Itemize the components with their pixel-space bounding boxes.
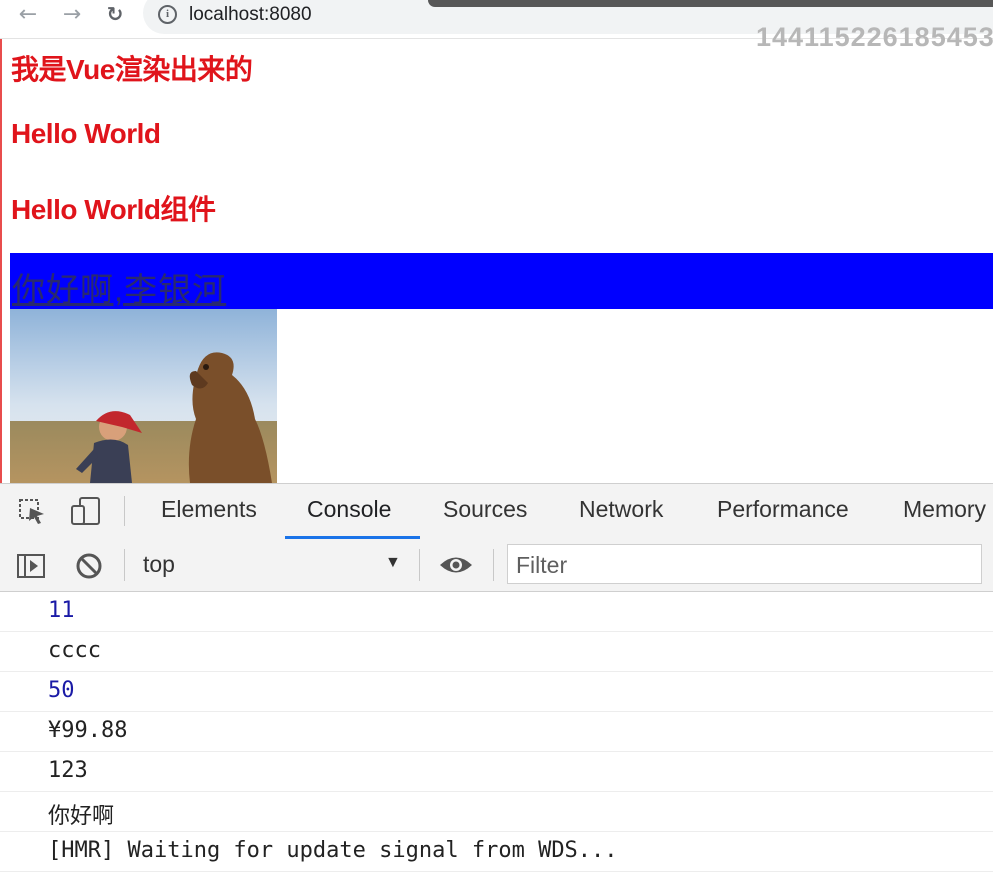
greeting-link[interactable]: 你好啊,李银河 (12, 263, 226, 311)
tab-memory[interactable]: Memory (903, 496, 986, 523)
show-sidebar-icon[interactable] (16, 553, 46, 579)
forward-arrow-icon[interactable]: → (58, 4, 86, 28)
console-line: 123 (0, 752, 993, 792)
info-icon[interactable]: i (158, 5, 177, 24)
clear-console-icon[interactable] (75, 552, 103, 580)
tab-separator (124, 496, 125, 526)
inspect-element-icon[interactable] (18, 498, 48, 526)
console-line: 50 (0, 672, 993, 712)
tab-console[interactable]: Console (307, 496, 391, 523)
camel-photo (10, 309, 277, 483)
console-line: ¥99.88 (0, 712, 993, 752)
console-output: 11 cccc 50 ¥99.88 123 你好啊 [HMR] Waiting … (0, 592, 993, 872)
console-line: [HMR] Waiting for update signal from WDS… (0, 832, 993, 872)
tab-elements[interactable]: Elements (161, 496, 257, 523)
device-toolbar-icon[interactable] (70, 496, 102, 526)
console-line: 11 (0, 592, 993, 632)
tab-network[interactable]: Network (579, 496, 663, 523)
tab-performance[interactable]: Performance (717, 496, 849, 523)
eye-icon[interactable] (438, 554, 474, 576)
back-arrow-icon[interactable]: ← (14, 4, 42, 28)
hello-world-component-heading: Hello World组件 (11, 194, 216, 225)
reload-icon[interactable]: ↻ (101, 3, 129, 27)
filter-placeholder: Filter (516, 552, 568, 578)
console-line: cccc (0, 632, 993, 672)
devtools-tabbar: Elements Console Sources Network Perform… (0, 483, 993, 540)
toolbar-separator (493, 549, 494, 581)
page-left-border (0, 39, 2, 483)
tab-strip (428, 0, 993, 7)
hello-world-heading: Hello World (11, 118, 161, 149)
console-line: 你好啊 (0, 792, 993, 832)
url-text[interactable]: localhost:8080 (189, 4, 312, 26)
filter-input[interactable]: Filter (507, 544, 982, 584)
devtools-panel: Elements Console Sources Network Perform… (0, 483, 993, 882)
tab-sources[interactable]: Sources (443, 496, 527, 523)
toolbar-separator (124, 549, 125, 581)
toolbar-separator (419, 549, 420, 581)
console-toolbar: top ▼ Filter (0, 539, 993, 592)
vue-heading: 我是Vue渲染出来的 (11, 54, 253, 85)
link-banner: 你好啊,李银河 (10, 253, 993, 309)
page-viewport: 我是Vue渲染出来的 Hello World Hello World组件 你好啊… (0, 39, 993, 483)
context-selector[interactable]: top (143, 551, 175, 578)
chevron-down-icon[interactable]: ▼ (385, 554, 401, 572)
